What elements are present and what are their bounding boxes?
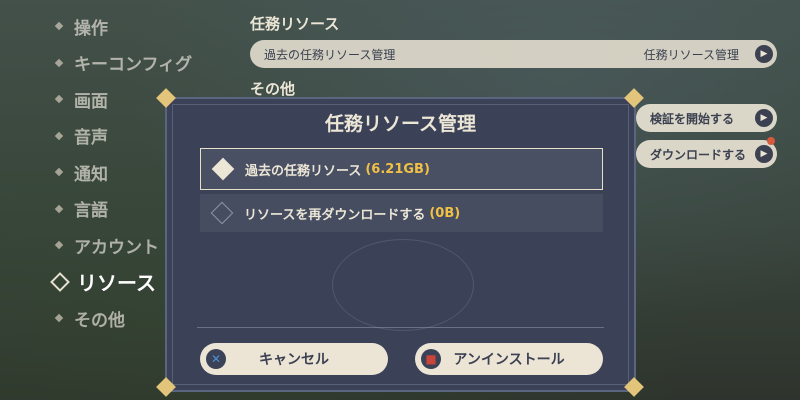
resource-management-dialog: 任務リソース管理 過去の任務リソース (6.21GB) リソースを再ダウンロード…: [165, 97, 636, 392]
nav-dot-icon: [54, 314, 64, 323]
verify-button-label: 検証を開始する: [650, 111, 735, 126]
nav-dot-icon: [54, 131, 64, 140]
uninstall-button[interactable]: ■ アンインストール: [415, 343, 603, 375]
uninstall-button-label: アンインストール: [453, 352, 565, 368]
arrow-right-icon: ▶: [755, 109, 773, 127]
nav-item-label: その他: [74, 310, 125, 331]
dialog-title: 任務リソース管理: [324, 113, 477, 135]
option-label: 過去の任務リソース: [245, 163, 362, 179]
checkbox-checked-icon: [211, 157, 235, 181]
checkbox-unchecked-icon: [210, 201, 234, 225]
nav-item-label: アカウント: [74, 237, 159, 258]
nav-dot-icon: [54, 168, 64, 177]
section-title-quest-resources: 任務リソース: [250, 15, 340, 33]
nav-item-controls[interactable]: 操作: [54, 8, 192, 45]
nav-item-label: 操作: [74, 18, 108, 39]
nav-dot-icon: [54, 204, 64, 213]
row-label: 過去の任務リソース管理: [264, 47, 396, 62]
cancel-button-label: キャンセル: [259, 352, 329, 368]
option-label: リソースを再ダウンロードする: [244, 207, 426, 223]
nav-dot-icon: [54, 58, 64, 67]
option-past-quest-resources[interactable]: 過去の任務リソース (6.21GB): [200, 148, 603, 190]
option-size: (6.21GB): [365, 161, 430, 177]
option-redownload-resources[interactable]: リソースを再ダウンロードする (0B): [200, 194, 603, 232]
start-verify-button[interactable]: 検証を開始する ▶: [636, 104, 777, 132]
option-size: (0B): [429, 205, 461, 221]
trash-icon: ■: [421, 349, 441, 369]
notification-dot-icon: [767, 137, 775, 145]
arrow-right-icon: ▶: [755, 145, 773, 163]
emblem-watermark: [332, 239, 474, 331]
divider-line: [197, 327, 604, 328]
close-icon: ✕: [206, 349, 226, 369]
quest-resource-row[interactable]: 過去の任務リソース管理 任務リソース管理 ▶: [250, 40, 777, 68]
download-button-label: ダウンロードする: [650, 147, 747, 162]
nav-item-label: キーコンフィグ: [74, 55, 193, 76]
nav-dot-icon: [54, 95, 64, 104]
nav-item-keyconfig[interactable]: キーコンフィグ: [54, 45, 193, 82]
download-button[interactable]: ダウンロードする ▶: [636, 137, 777, 168]
nav-item-label: リソース: [77, 271, 156, 296]
nav-item-label: 通知: [74, 164, 108, 185]
nav-dot-icon: [54, 241, 64, 250]
cancel-button[interactable]: ✕ キャンセル: [200, 343, 388, 375]
nav-item-label: 言語: [74, 201, 108, 222]
nav-item-label: 音声: [74, 128, 108, 149]
nav-dot-icon: [54, 22, 64, 31]
nav-item-label: 画面: [74, 91, 108, 112]
row-value: 任務リソース管理: [643, 47, 739, 62]
arrow-right-icon: ▶: [755, 45, 773, 63]
section-title-other: その他: [250, 80, 296, 98]
